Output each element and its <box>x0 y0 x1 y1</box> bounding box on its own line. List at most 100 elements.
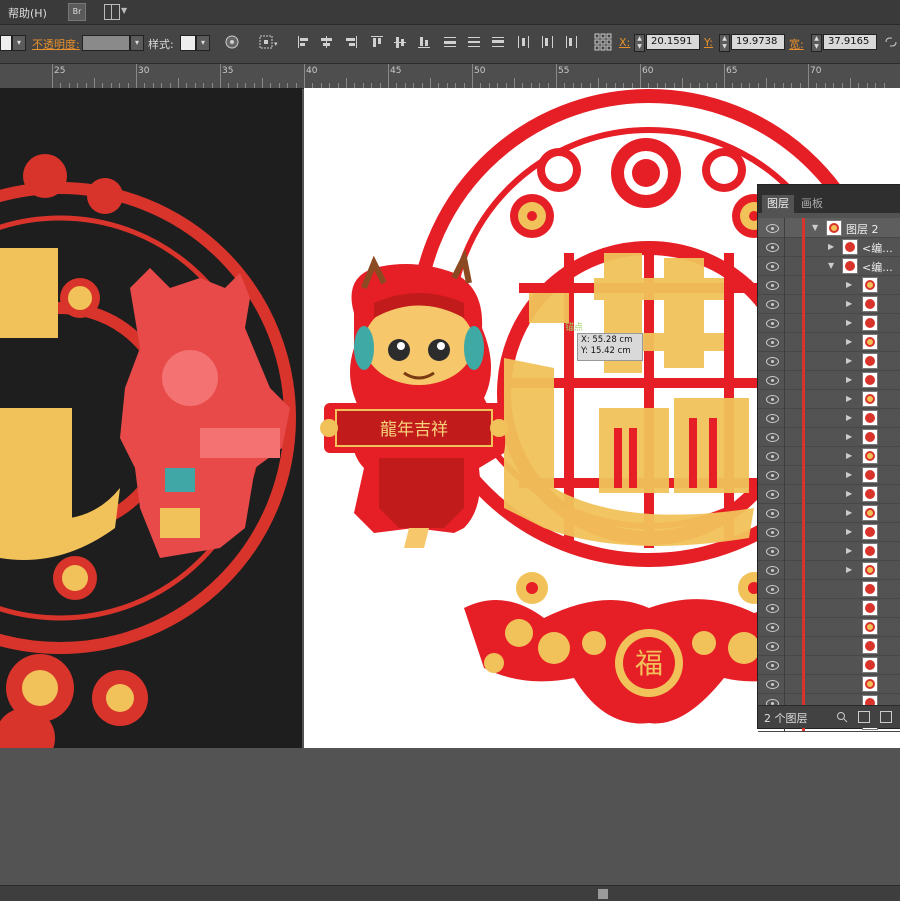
layer-row[interactable]: ▶ <box>758 275 900 295</box>
eye-icon[interactable] <box>766 262 779 271</box>
layer-row[interactable] <box>758 579 900 599</box>
eye-icon[interactable] <box>766 357 779 366</box>
new-layer-icon[interactable] <box>880 711 892 723</box>
menu-help[interactable]: 帮助(H) <box>8 5 47 21</box>
link-icon[interactable] <box>884 36 898 48</box>
layer-row[interactable] <box>758 636 900 656</box>
layer-row[interactable] <box>758 674 900 694</box>
disclosure-closed-icon[interactable]: ▶ <box>846 299 852 308</box>
eye-icon[interactable] <box>766 680 779 689</box>
disclosure-closed-icon[interactable]: ▶ <box>846 337 852 346</box>
layer-row[interactable]: ▶ <box>758 294 900 314</box>
eye-icon[interactable] <box>766 604 779 613</box>
eye-icon[interactable] <box>766 224 779 233</box>
disclosure-closed-icon[interactable]: ▶ <box>828 242 834 251</box>
layer-row[interactable] <box>758 655 900 675</box>
eye-icon[interactable] <box>766 319 779 328</box>
fill-swatch[interactable] <box>0 35 12 51</box>
eye-icon[interactable] <box>766 528 779 537</box>
disclosure-closed-icon[interactable]: ▶ <box>846 470 852 479</box>
layer-row[interactable]: ▶ <box>758 370 900 390</box>
disclosure-closed-icon[interactable]: ▶ <box>846 413 852 422</box>
eye-icon[interactable] <box>766 642 779 651</box>
opacity-dropdown[interactable]: ▾ <box>130 35 144 51</box>
eye-icon[interactable] <box>766 395 779 404</box>
layer-row[interactable]: ▶ <编... <box>758 237 900 257</box>
x-stepper[interactable]: ▲ ▼ <box>634 34 645 52</box>
search-icon[interactable] <box>836 711 848 723</box>
disclosure-closed-icon[interactable]: ▶ <box>846 394 852 403</box>
layer-row[interactable] <box>758 598 900 618</box>
style-dropdown[interactable]: ▾ <box>196 35 210 51</box>
disclosure-closed-icon[interactable]: ▶ <box>846 489 852 498</box>
disclosure-closed-icon[interactable]: ▶ <box>846 356 852 365</box>
width-field[interactable]: 37.9165 <box>823 34 877 50</box>
eye-icon[interactable] <box>766 452 779 461</box>
disclosure-open-icon[interactable]: ▼ <box>812 223 818 232</box>
layer-row[interactable]: ▶ <box>758 541 900 561</box>
eye-icon[interactable] <box>766 585 779 594</box>
horizontal-scrollbar[interactable] <box>0 885 900 901</box>
eye-icon[interactable] <box>766 490 779 499</box>
scrollbar-thumb[interactable] <box>598 889 608 899</box>
layer-row[interactable]: ▶ <box>758 408 900 428</box>
disclosure-closed-icon[interactable]: ▶ <box>846 375 852 384</box>
opacity-input[interactable] <box>82 35 130 51</box>
chevron-down-icon[interactable]: ▼ <box>121 6 127 15</box>
disclosure-closed-icon[interactable]: ▶ <box>846 508 852 517</box>
layer-row[interactable]: ▶ <box>758 446 900 466</box>
layer-row[interactable]: ▶ <box>758 332 900 352</box>
disclosure-closed-icon[interactable]: ▶ <box>846 527 852 536</box>
layer-row[interactable]: ▶ <box>758 503 900 523</box>
layer-row[interactable]: ▶ <box>758 389 900 409</box>
layer-row-top[interactable]: ▼ 图层 2 <box>758 218 900 238</box>
transform-grid-icon[interactable] <box>594 33 612 51</box>
recolor-icon[interactable] <box>224 34 240 50</box>
eye-icon[interactable] <box>766 566 779 575</box>
width-stepper[interactable]: ▲ ▼ <box>811 34 822 52</box>
x-field[interactable]: 20.1591 <box>646 34 700 50</box>
eye-icon[interactable] <box>766 547 779 556</box>
disclosure-closed-icon[interactable]: ▶ <box>846 432 852 441</box>
eye-icon[interactable] <box>766 433 779 442</box>
select-similar-icon[interactable]: ▾ <box>258 34 280 50</box>
tab-layers[interactable]: 图层 <box>762 195 794 213</box>
layer-row[interactable]: ▶ <box>758 313 900 333</box>
layer-row[interactable]: ▶ <box>758 484 900 504</box>
layer-name[interactable]: <编... <box>862 240 893 256</box>
eye-icon[interactable] <box>766 623 779 632</box>
make-clip-icon[interactable] <box>858 711 870 723</box>
y-stepper[interactable]: ▲ ▼ <box>719 34 730 52</box>
eye-icon[interactable] <box>766 243 779 252</box>
workspace-icon[interactable] <box>104 4 120 20</box>
disclosure-open-icon[interactable]: ▼ <box>828 261 834 270</box>
eye-icon[interactable] <box>766 281 779 290</box>
eye-icon[interactable] <box>766 300 779 309</box>
layer-row[interactable]: ▶ <box>758 351 900 371</box>
eye-icon[interactable] <box>766 661 779 670</box>
layer-row[interactable]: ▶ <box>758 427 900 447</box>
y-field[interactable]: 19.9738 <box>731 34 785 50</box>
layer-row[interactable]: ▼ <编... <box>758 256 900 276</box>
layer-row[interactable]: ▶ <box>758 465 900 485</box>
layer-name[interactable]: <编... <box>862 259 893 275</box>
disclosure-closed-icon[interactable]: ▶ <box>846 546 852 555</box>
eye-icon[interactable] <box>766 376 779 385</box>
disclosure-closed-icon[interactable]: ▶ <box>846 451 852 460</box>
eye-icon[interactable] <box>766 414 779 423</box>
horizontal-ruler[interactable]: 25 30 35 40 45 50 55 60 65 70 <box>0 64 900 89</box>
layer-name[interactable]: 图层 2 <box>846 221 879 237</box>
dragon-mascot[interactable]: 龍年吉祥 <box>320 248 508 548</box>
bridge-button[interactable]: Br <box>68 3 86 21</box>
disclosure-closed-icon[interactable]: ▶ <box>846 318 852 327</box>
layer-row[interactable]: ▶ <box>758 522 900 542</box>
layer-row[interactable]: ▶ <box>758 560 900 580</box>
disclosure-closed-icon[interactable]: ▶ <box>846 565 852 574</box>
style-swatch[interactable] <box>180 35 196 51</box>
tab-artboards[interactable]: 画板 <box>796 195 828 213</box>
opacity-label[interactable]: 不透明度: <box>32 36 80 52</box>
eye-icon[interactable] <box>766 509 779 518</box>
fill-dropdown[interactable]: ▾ <box>12 35 26 51</box>
disclosure-closed-icon[interactable]: ▶ <box>846 280 852 289</box>
eye-icon[interactable] <box>766 338 779 347</box>
